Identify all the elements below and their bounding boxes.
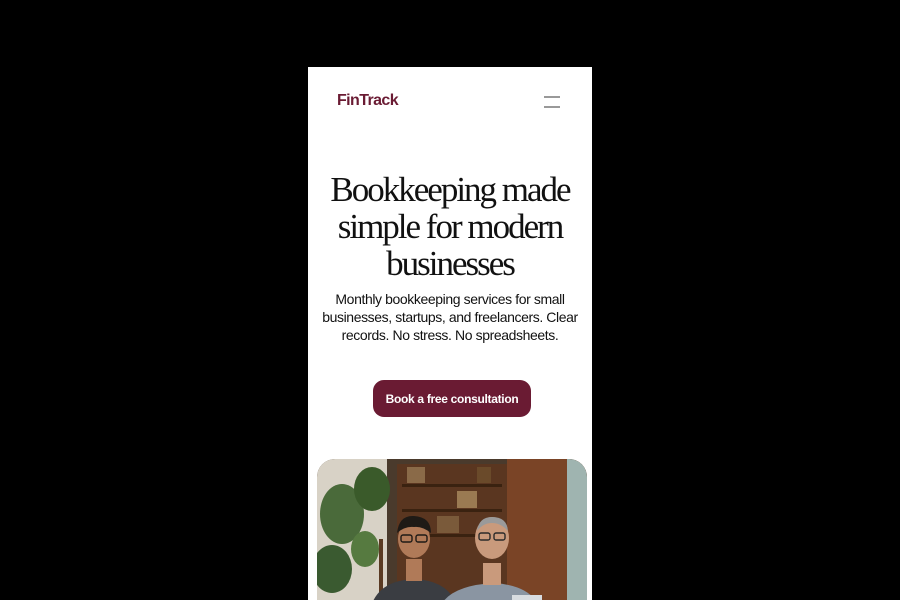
hamburger-menu-button[interactable] [538, 91, 566, 113]
brand-logo[interactable]: FinTrack [337, 92, 399, 110]
hero-title: Bookkeeping made simple for modern busin… [330, 170, 571, 283]
book-consultation-button[interactable]: Book a free consultation [373, 380, 531, 417]
hamburger-menu-icon [544, 96, 560, 108]
hero-photo [317, 459, 587, 600]
mobile-page: FinTrack Bookkeeping made simple for mod… [308, 67, 592, 600]
top-navigation: FinTrack [308, 67, 592, 137]
hero-subtitle: Monthly bookkeeping services for small b… [322, 291, 578, 343]
